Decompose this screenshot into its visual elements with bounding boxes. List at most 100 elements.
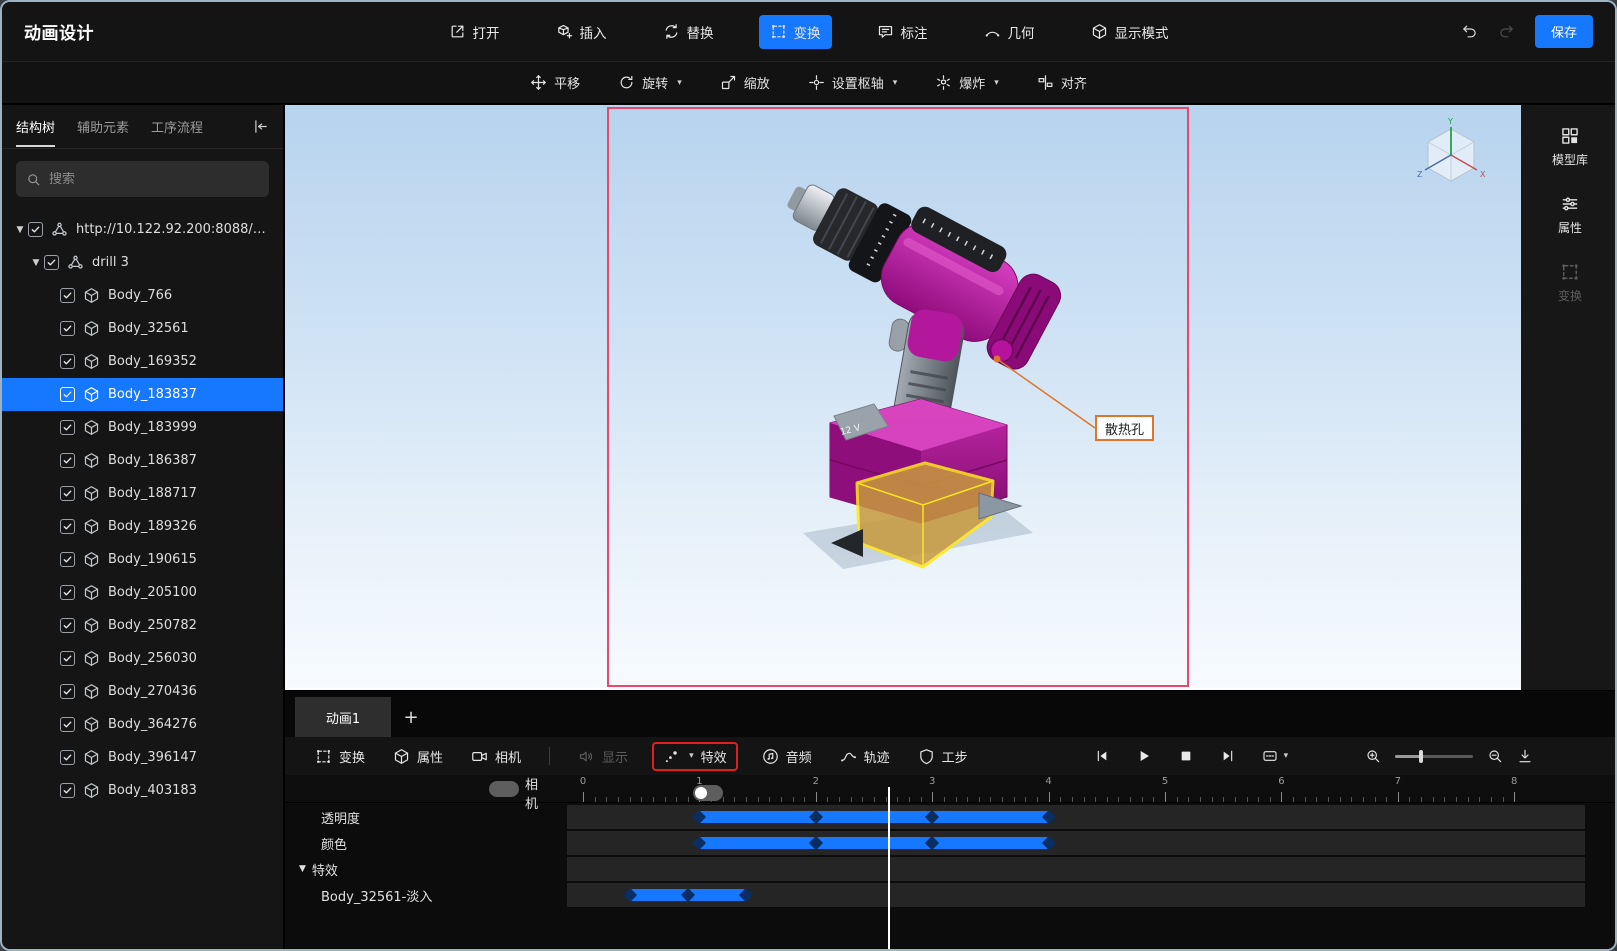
- tab-structure-tree[interactable]: 结构树: [16, 105, 56, 148]
- slider-handle[interactable]: [1419, 749, 1423, 763]
- checkbox-checked[interactable]: [60, 618, 75, 633]
- search-input[interactable]: [49, 171, 259, 187]
- timeline-tab-animation1[interactable]: 动画1: [295, 697, 391, 737]
- checkbox-checked[interactable]: [60, 453, 75, 468]
- speed-button[interactable]: ▾: [1262, 748, 1288, 764]
- search-box[interactable]: [16, 161, 269, 197]
- checkbox-checked[interactable]: [60, 387, 75, 402]
- tl-tool-step[interactable]: 工步: [918, 747, 968, 766]
- cube-icon: [83, 584, 100, 601]
- tree-item-body_270436[interactable]: Body_270436: [2, 675, 283, 708]
- tree-item-label: Body_270436: [108, 684, 197, 699]
- rail-model-library[interactable]: 模型库: [1535, 113, 1605, 181]
- prev-frame-button[interactable]: [1094, 748, 1110, 764]
- play-button[interactable]: [1136, 748, 1152, 764]
- tree-item-body_205100[interactable]: Body_205100: [2, 576, 283, 609]
- checkbox-checked[interactable]: [60, 486, 75, 501]
- annotation-label[interactable]: 散热孔: [1095, 415, 1155, 441]
- expand-caret-icon[interactable]: ▼: [28, 258, 44, 268]
- menu-annotate[interactable]: 标注: [866, 15, 939, 49]
- tool-pivot[interactable]: 设置枢轴 ▾: [808, 73, 897, 92]
- tree-item-body_32561[interactable]: Body_32561: [2, 312, 283, 345]
- checkbox-checked[interactable]: [60, 420, 75, 435]
- checkbox-checked[interactable]: [60, 651, 75, 666]
- rail-properties[interactable]: 属性: [1535, 181, 1605, 249]
- checkbox-checked[interactable]: [60, 519, 75, 534]
- camera-toggle[interactable]: [693, 785, 723, 801]
- tool-rotate[interactable]: 旋转 ▾: [618, 73, 682, 92]
- tree-item-body_250782[interactable]: Body_250782: [2, 609, 283, 642]
- tl-tool-trajectory[interactable]: 轨迹: [840, 747, 890, 766]
- checkbox-checked[interactable]: [60, 585, 75, 600]
- tree-item-body_189326[interactable]: Body_189326: [2, 510, 283, 543]
- tree-item-body_183837[interactable]: Body_183837: [2, 378, 283, 411]
- tree-item-body_256030[interactable]: Body_256030: [2, 642, 283, 675]
- tree-item-body_186387[interactable]: Body_186387: [2, 444, 283, 477]
- export-button[interactable]: [1517, 748, 1533, 764]
- selected-part-highlight[interactable]: [855, 461, 995, 569]
- view-cube[interactable]: Y X Z: [1411, 115, 1495, 191]
- menu-insert[interactable]: 插入: [545, 15, 618, 49]
- checkbox-checked[interactable]: [28, 222, 43, 237]
- tree-item-body_766[interactable]: Body_766: [2, 279, 283, 312]
- checkbox-checked[interactable]: [60, 717, 75, 732]
- cube-icon: [83, 419, 100, 436]
- tl-tool-transform[interactable]: 变换: [315, 747, 365, 766]
- checkbox-checked[interactable]: [60, 684, 75, 699]
- checkbox-checked[interactable]: [60, 552, 75, 567]
- pkg-icon: [51, 221, 68, 238]
- zoom-in-button[interactable]: [1365, 748, 1381, 764]
- checkbox-checked[interactable]: [60, 321, 75, 336]
- menu-display-mode[interactable]: 显示模式: [1080, 15, 1180, 49]
- collapse-sidebar-button[interactable]: [252, 118, 269, 135]
- tree-item-body_183999[interactable]: Body_183999: [2, 411, 283, 444]
- tab-aux-elements[interactable]: 辅助元素: [77, 105, 129, 148]
- tree-item-body_169352[interactable]: Body_169352: [2, 345, 283, 378]
- group-caret-icon[interactable]: ▼: [299, 864, 306, 874]
- menu-transform[interactable]: 变换: [758, 14, 832, 49]
- insert-icon: [556, 23, 573, 40]
- tree-item-body_190615[interactable]: Body_190615: [2, 543, 283, 576]
- next-frame-button[interactable]: [1220, 748, 1236, 764]
- save-button[interactable]: 保存: [1534, 15, 1593, 48]
- zoom-out-button[interactable]: [1487, 748, 1503, 764]
- tool-scale[interactable]: 缩放: [720, 73, 770, 92]
- checkbox-checked[interactable]: [60, 354, 75, 369]
- checkbox-checked[interactable]: [60, 750, 75, 765]
- keyframe-bar[interactable]: [699, 811, 1049, 823]
- tree-item-body_188717[interactable]: Body_188717: [2, 477, 283, 510]
- tl-tool-camera[interactable]: 相机: [471, 747, 521, 766]
- checkbox-checked[interactable]: [44, 255, 59, 270]
- tree-item-drill-3[interactable]: ▼ drill 3: [2, 246, 283, 279]
- fx-icon: [663, 748, 680, 765]
- viewport-3d[interactable]: 12 V 散热孔 Y X Z: [285, 105, 1521, 690]
- tool-translate[interactable]: 平移: [530, 73, 580, 92]
- menu-replace[interactable]: 替换: [652, 15, 725, 49]
- tree-item-body_364276[interactable]: Body_364276: [2, 708, 283, 741]
- tl-tool-effects[interactable]: ▾ 特效: [652, 741, 738, 771]
- checkbox-checked[interactable]: [60, 288, 75, 303]
- tree-item-http-10.122.92.200-8088-pack...[interactable]: ▼ http://10.122.92.200:8088/pack...: [2, 213, 283, 246]
- stop-button[interactable]: [1178, 748, 1194, 764]
- tree-item-body_396147[interactable]: Body_396147: [2, 741, 283, 774]
- cube-icon: [1091, 23, 1108, 40]
- zoom-slider[interactable]: [1395, 749, 1473, 763]
- undo-button[interactable]: [1461, 23, 1478, 40]
- timeline-area: 012345678 透明度 颜色 ▼ 特效 Body_32561-淡入 相机: [285, 775, 1615, 907]
- expand-caret-icon[interactable]: ▼: [12, 225, 28, 235]
- menu-open[interactable]: 打开: [438, 15, 511, 49]
- tl-tool-audio[interactable]: 音频: [762, 747, 812, 766]
- checkbox-checked[interactable]: [60, 783, 75, 798]
- keyframe-bar[interactable]: [699, 837, 1049, 849]
- timeline-ruler[interactable]: 012345678: [285, 775, 1615, 803]
- timeline-rows: 透明度 颜色 ▼ 特效 Body_32561-淡入 相机: [285, 778, 1615, 907]
- menu-geometry[interactable]: 几何: [973, 15, 1046, 49]
- tool-align[interactable]: 对齐: [1037, 73, 1087, 92]
- tab-process-flow[interactable]: 工序流程: [151, 105, 203, 148]
- add-animation-button[interactable]: +: [393, 697, 429, 737]
- tl-tool-properties[interactable]: 属性: [393, 747, 443, 766]
- tree-item-body_403183[interactable]: Body_403183: [2, 774, 283, 807]
- tool-explode[interactable]: 爆炸 ▾: [935, 73, 999, 92]
- playhead[interactable]: [887, 787, 890, 949]
- redo-button[interactable]: [1498, 23, 1515, 40]
